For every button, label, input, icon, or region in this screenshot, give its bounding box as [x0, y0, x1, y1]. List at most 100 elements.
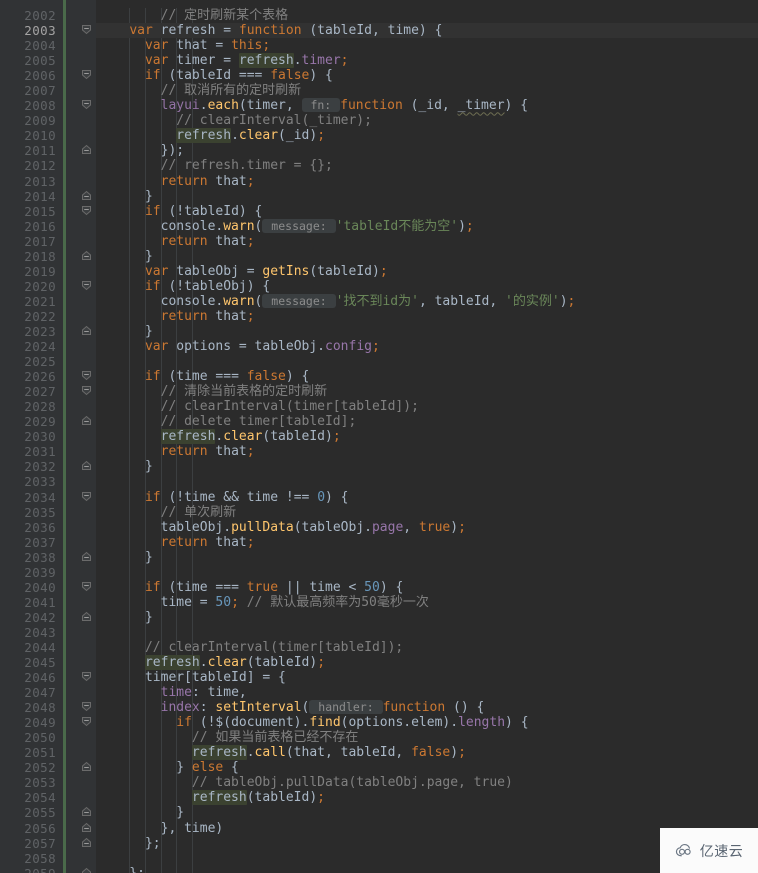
code-line[interactable]: var that = this;: [96, 38, 758, 53]
fold-expand-icon[interactable]: [81, 822, 94, 835]
code-line[interactable]: // clearInterval(timer[tableId]);: [96, 640, 758, 655]
fold-expand-icon[interactable]: [81, 415, 94, 428]
code-line[interactable]: if (!tableId) {: [96, 204, 758, 219]
code-line[interactable]: };: [96, 866, 758, 873]
code-line[interactable]: refresh.clear(tableId);: [96, 655, 758, 671]
fold-expand-icon[interactable]: [81, 867, 94, 873]
fold-expand-icon[interactable]: [81, 551, 94, 564]
code-line[interactable]: time = 50; // 默认最高频率为50毫秒一次: [96, 595, 758, 610]
code-line[interactable]: // refresh.timer = {};: [96, 158, 758, 173]
fold-collapse-icon[interactable]: [81, 24, 94, 37]
code-line[interactable]: return that;: [96, 234, 758, 249]
fold-collapse-icon[interactable]: [81, 370, 94, 383]
code-line[interactable]: time: time,: [96, 685, 758, 700]
code-editor[interactable]: 2002 2003 2004 2005 2006 2007 2008 2009 2010 2011…: [0, 0, 758, 873]
code-line[interactable]: refresh(tableId);: [96, 790, 758, 806]
fold-collapse-icon[interactable]: [81, 581, 94, 594]
code-line[interactable]: return that;: [96, 309, 758, 324]
code-line[interactable]: if (!tableObj) {: [96, 279, 758, 294]
fold-expand-icon[interactable]: [81, 144, 94, 157]
code-line[interactable]: console.warn( message: '找不到id为', tableId…: [96, 293, 758, 309]
fold-expand-icon[interactable]: [81, 250, 94, 263]
code-line[interactable]: // clearInterval(timer[tableId]);: [96, 399, 758, 414]
code-line[interactable]: // 取消所有的定时刷新: [96, 83, 758, 98]
code-line[interactable]: refresh.clear(tableId);: [96, 429, 758, 445]
code-line[interactable]: [96, 851, 758, 866]
code-line[interactable]: }: [96, 805, 758, 820]
fold-collapse-icon[interactable]: [81, 99, 94, 112]
code-line[interactable]: return that;: [96, 174, 758, 189]
code-line[interactable]: }, time): [96, 821, 758, 836]
fold-expand-icon[interactable]: [81, 190, 94, 203]
code-line[interactable]: if (!$(document).find(options.elem).leng…: [96, 715, 758, 730]
code-line[interactable]: var tableObj = getIns(tableId);: [96, 264, 758, 279]
gutter-row: 2031: [0, 444, 96, 459]
code-line[interactable]: if (tableId === false) {: [96, 68, 758, 83]
code-line[interactable]: // delete timer[tableId];: [96, 414, 758, 429]
fold-expand-icon[interactable]: [81, 611, 94, 624]
code-line[interactable]: var options = tableObj.config;: [96, 339, 758, 354]
fold-expand-icon[interactable]: [81, 806, 94, 819]
code-line[interactable]: var timer = refresh.timer;: [96, 53, 758, 69]
code-token: return: [160, 233, 208, 249]
code-line[interactable]: var refresh = function (tableId, time) {: [96, 23, 758, 39]
fold-collapse-icon[interactable]: [81, 716, 94, 729]
code-lines[interactable]: // 定时刷新某个表格 var refresh = function (tabl…: [96, 8, 758, 873]
code-line[interactable]: if (time === false) {: [96, 369, 758, 384]
gutter-row: 2029: [0, 414, 96, 429]
fold-expand-icon[interactable]: [81, 325, 94, 338]
code-line[interactable]: index: setInterval( handler: function ()…: [96, 700, 758, 715]
code-line[interactable]: return that;: [96, 535, 758, 550]
line-number: 2028: [24, 399, 56, 415]
code-line[interactable]: });: [96, 143, 758, 158]
code-line[interactable]: return that;: [96, 444, 758, 459]
fold-collapse-icon[interactable]: [81, 671, 94, 684]
code-line[interactable]: // 如果当前表格已经不存在: [96, 730, 758, 745]
line-number: 2013: [24, 173, 56, 189]
code-token: };: [98, 866, 145, 873]
code-line[interactable]: console.warn( message: 'tableId不能为空');: [96, 218, 758, 234]
code-token: (that, tableId,: [285, 745, 412, 761]
code-line[interactable]: tableObj.pullData(tableObj.page, true);: [96, 520, 758, 535]
fold-collapse-icon[interactable]: [81, 491, 94, 504]
fold-collapse-icon[interactable]: [81, 701, 94, 714]
code-line[interactable]: }: [96, 249, 758, 264]
code-line[interactable]: }: [96, 324, 758, 339]
code-line[interactable]: // 单次刷新: [96, 505, 758, 520]
fold-expand-icon[interactable]: [81, 837, 94, 850]
code-line[interactable]: refresh.call(that, tableId, false);: [96, 745, 758, 761]
code-line[interactable]: layui.each(timer, fn: function (_id, _ti…: [96, 98, 758, 113]
fold-expand-icon[interactable]: [81, 761, 94, 774]
code-line[interactable]: [96, 565, 758, 580]
code-line[interactable]: } else {: [96, 760, 758, 775]
code-line[interactable]: // clearInterval(_timer);: [96, 113, 758, 128]
code-line[interactable]: if (time === true || time < 50) {: [96, 580, 758, 595]
code-line[interactable]: timer[tableId] = {: [96, 670, 758, 685]
code-token: : time,: [191, 685, 247, 701]
gutter-row: 2028: [0, 399, 96, 414]
code-line[interactable]: [96, 354, 758, 369]
fold-expand-icon[interactable]: [81, 460, 94, 473]
code-line[interactable]: refresh.clear(_id);: [96, 128, 758, 144]
code-line[interactable]: }: [96, 459, 758, 474]
code-line[interactable]: [96, 625, 758, 640]
fold-collapse-icon[interactable]: [81, 205, 94, 218]
code-line[interactable]: if (!time && time !== 0) {: [96, 490, 758, 505]
code-content-area[interactable]: // 定时刷新某个表格 var refresh = function (tabl…: [96, 0, 758, 873]
fold-collapse-icon[interactable]: [81, 385, 94, 398]
code-token: ): [559, 293, 568, 309]
fold-collapse-icon[interactable]: [81, 69, 94, 82]
code-line[interactable]: // 清除当前表格的定时刷新: [96, 384, 758, 399]
code-line[interactable]: // 定时刷新某个表格: [96, 8, 758, 23]
fold-collapse-icon[interactable]: [81, 280, 94, 293]
editor-gutter[interactable]: 2002 2003 2004 2005 2006 2007 2008 2009 2010 2011…: [0, 0, 96, 873]
code-line[interactable]: [96, 474, 758, 489]
code-line[interactable]: }: [96, 189, 758, 204]
code-line[interactable]: // tableObj.pullData(tableObj.page, true…: [96, 775, 758, 790]
code-line[interactable]: }: [96, 610, 758, 625]
code-line[interactable]: };: [96, 836, 758, 851]
code-line[interactable]: }: [96, 550, 758, 565]
